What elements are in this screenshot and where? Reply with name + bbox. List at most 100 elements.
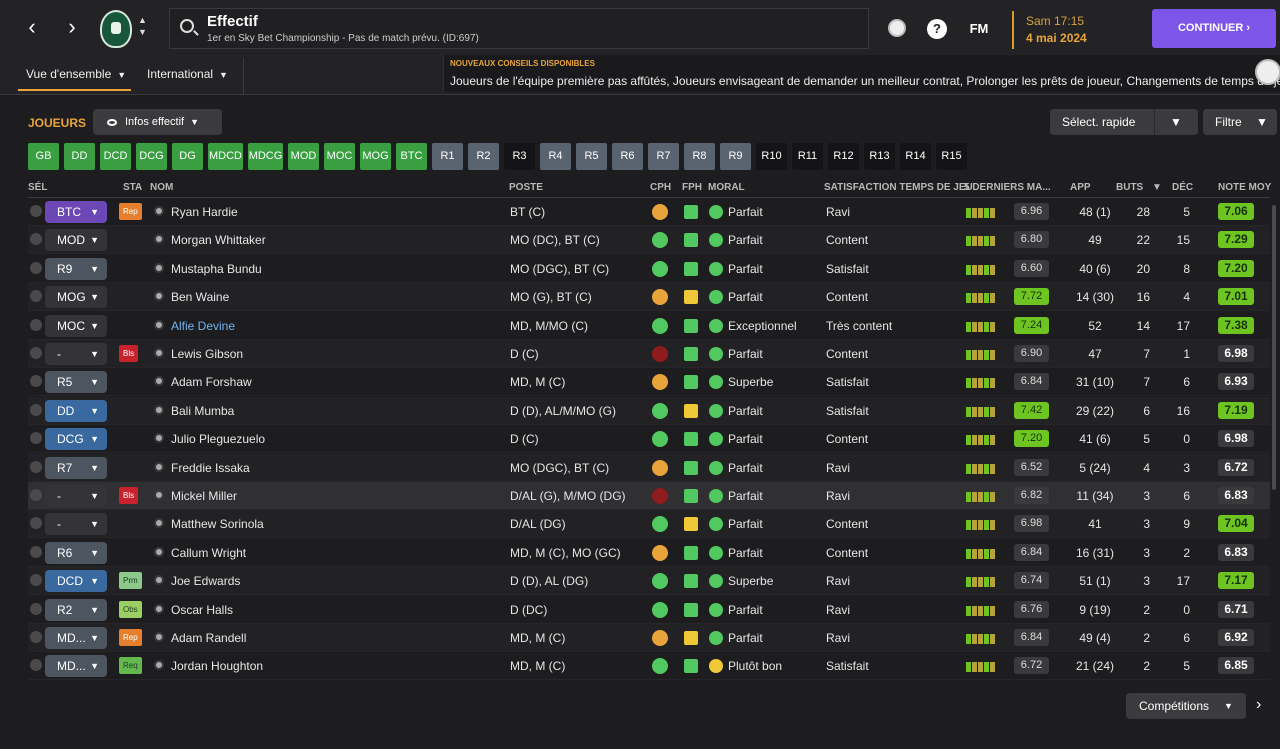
select-checkbox[interactable] xyxy=(30,403,42,416)
table-row[interactable]: MOG ▼ Ben Waine MO (G), BT (C) Parfait Conten… xyxy=(28,283,1270,312)
quick-select-button[interactable]: Sélect. rapide ▼ xyxy=(1050,109,1198,135)
table-row[interactable]: MOD ▼ Morgan Whittaker MO (DC), BT (C) Parfa… xyxy=(28,226,1270,255)
position-tab[interactable]: R1 xyxy=(432,143,463,170)
avatar[interactable] xyxy=(1255,59,1280,85)
player-name[interactable]: Alfie Devine xyxy=(171,319,235,333)
select-checkbox[interactable] xyxy=(30,631,42,643)
col-sat[interactable]: SATISFACTION TEMPS DE JEU xyxy=(824,182,973,193)
col-note[interactable]: NOTE MOY xyxy=(1218,182,1271,193)
position-tab[interactable]: R14 xyxy=(900,143,931,170)
col-sel[interactable]: SÉL xyxy=(28,182,47,193)
position-tab[interactable]: BTC xyxy=(396,143,427,170)
player-name[interactable]: Adam Forshaw xyxy=(171,375,252,389)
advice-banner[interactable]: NOUVEAUX CONSEILS DISPONIBLES Joueurs de… xyxy=(443,55,1280,92)
selection-dropdown[interactable]: MOG ▼ xyxy=(45,286,107,309)
position-tab[interactable]: R12 xyxy=(828,143,859,170)
position-tab[interactable]: R2 xyxy=(468,143,499,170)
player-name[interactable]: Mustapha Bundu xyxy=(171,262,262,276)
table-row[interactable]: R7 ▼ Freddie Issaka MO (DGC), BT (C) Parfait… xyxy=(28,453,1270,482)
table-row[interactable]: R2 ▼ Obs Oscar Halls D (DC) Parfait Ravi 6.76 9 … xyxy=(28,596,1270,624)
info-dropdown[interactable]: Infos effectif ▼ xyxy=(93,109,222,135)
player-name[interactable]: Ryan Hardie xyxy=(171,205,238,219)
select-checkbox[interactable] xyxy=(30,489,42,501)
table-row[interactable]: - ▼ Bls Mickel Miller D/AL (G), M/MO (DG) Par… xyxy=(28,482,1270,510)
position-tab[interactable]: R9 xyxy=(720,143,751,170)
position-tab[interactable]: R15 xyxy=(936,143,967,170)
position-tab[interactable]: DG xyxy=(172,143,203,170)
position-tab[interactable]: R11 xyxy=(792,143,823,170)
position-tab[interactable]: DCD xyxy=(100,143,131,170)
position-tab[interactable]: MOC xyxy=(324,143,355,170)
selection-dropdown[interactable]: R9 ▼ xyxy=(45,257,107,280)
position-tab[interactable]: MDCG xyxy=(248,143,283,170)
forward-arrow-icon[interactable]: › xyxy=(62,16,82,40)
ball-icon[interactable] xyxy=(888,19,906,37)
col-sta[interactable]: STA xyxy=(123,182,142,193)
selection-dropdown[interactable]: DCD ▼ xyxy=(45,570,107,593)
club-crest[interactable] xyxy=(100,10,132,48)
col-form[interactable]: 5 DERNIERS MA... xyxy=(964,182,1051,193)
help-icon[interactable]: ? xyxy=(927,19,947,39)
position-tab[interactable]: MOD xyxy=(288,143,319,170)
position-tab[interactable]: R6 xyxy=(612,143,643,170)
col-app[interactable]: APP xyxy=(1070,182,1091,193)
chevron-right-icon[interactable]: › xyxy=(1256,696,1261,714)
selection-dropdown[interactable]: MOC ▼ xyxy=(45,314,107,337)
col-poste[interactable]: POSTE xyxy=(509,182,543,193)
select-checkbox[interactable] xyxy=(30,517,42,530)
table-row[interactable]: MOC ▼ Alfie Devine MD, M/MO (C) Exceptionnel… xyxy=(28,312,1270,340)
table-row[interactable]: DCG ▼ Julio Pleguezuelo D (C) Parfait Content… xyxy=(28,425,1270,454)
table-row[interactable]: - ▼ Bls Lewis Gibson D (C) Parfait Content 6.90… xyxy=(28,340,1270,368)
selection-dropdown[interactable]: R2 ▼ xyxy=(45,598,107,621)
tab-international[interactable]: International ▼ xyxy=(147,67,228,91)
table-row[interactable]: R6 ▼ Callum Wright MD, M (C), MO (GC) Parfai… xyxy=(28,539,1270,567)
table-row[interactable]: R5 ▼ Adam Forshaw MD, M (C) Superbe Satisfait… xyxy=(28,368,1270,397)
selection-dropdown[interactable]: - ▼ xyxy=(45,513,107,536)
col-cph[interactable]: CPH xyxy=(650,182,671,193)
col-dec[interactable]: DÉC xyxy=(1172,182,1193,193)
fm-menu-button[interactable]: FM xyxy=(968,19,990,39)
player-name[interactable]: Morgan Whittaker xyxy=(171,233,266,247)
player-name[interactable]: Jordan Houghton xyxy=(171,659,263,673)
selection-dropdown[interactable]: DCG ▼ xyxy=(45,428,107,451)
table-row[interactable]: DCD ▼ Prm Joe Edwards D (D), AL (DG) Superbe R… xyxy=(28,567,1270,596)
position-tab[interactable]: DD xyxy=(64,143,95,170)
selection-dropdown[interactable]: R5 ▼ xyxy=(45,371,107,394)
player-name[interactable]: Matthew Sorinola xyxy=(171,517,264,531)
player-name[interactable]: Joe Edwards xyxy=(171,574,240,588)
selection-dropdown[interactable]: - ▼ xyxy=(45,485,107,507)
table-row[interactable]: - ▼ Matthew Sorinola D/AL (DG) Parfait Conten… xyxy=(28,510,1270,539)
select-checkbox[interactable] xyxy=(30,574,42,587)
player-name[interactable]: Freddie Issaka xyxy=(171,461,250,475)
player-name[interactable]: Oscar Halls xyxy=(171,603,233,617)
search-box[interactable]: Effectif 1er en Sky Bet Championship - P… xyxy=(169,8,869,49)
position-tab[interactable]: MOG xyxy=(360,143,391,170)
position-tab[interactable]: MDCD xyxy=(208,143,243,170)
select-checkbox[interactable] xyxy=(30,602,42,615)
selection-dropdown[interactable]: R7 ▼ xyxy=(45,456,107,479)
game-date[interactable]: Sam 17:15 4 mai 2024 xyxy=(1012,11,1132,49)
chevron-down-icon[interactable]: ▼ xyxy=(1170,109,1182,135)
table-row[interactable]: DD ▼ Bali Mumba D (D), AL/M/MO (G) Parfait Sa… xyxy=(28,396,1270,425)
continue-button[interactable]: CONTINUER › xyxy=(1152,9,1276,48)
select-checkbox[interactable] xyxy=(30,233,42,246)
select-checkbox[interactable] xyxy=(30,375,42,388)
table-row[interactable]: MD... ▼ Req Jordan Houghton MD, M (C) Plutôt … xyxy=(28,652,1270,681)
selection-dropdown[interactable]: R6 ▼ xyxy=(45,541,107,564)
select-checkbox[interactable] xyxy=(30,432,42,445)
player-name[interactable]: Adam Randell xyxy=(171,631,246,645)
selection-dropdown[interactable]: BTC ▼ xyxy=(45,201,107,223)
position-tab[interactable]: R3 xyxy=(504,143,535,170)
col-fph[interactable]: FPH xyxy=(682,182,702,193)
select-checkbox[interactable] xyxy=(30,318,42,331)
col-moral[interactable]: MORAL xyxy=(708,182,745,193)
chevron-updown-icon[interactable]: ▲ ▼ xyxy=(138,14,147,38)
position-tab[interactable]: DCG xyxy=(136,143,167,170)
player-name[interactable]: Julio Pleguezuelo xyxy=(171,432,265,446)
tab-overview[interactable]: Vue d'ensemble ▼ xyxy=(18,67,131,91)
select-checkbox[interactable] xyxy=(30,545,42,558)
select-checkbox[interactable] xyxy=(30,290,42,303)
position-tab[interactable]: R13 xyxy=(864,143,895,170)
player-name[interactable]: Mickel Miller xyxy=(171,489,237,503)
position-tab[interactable]: R4 xyxy=(540,143,571,170)
